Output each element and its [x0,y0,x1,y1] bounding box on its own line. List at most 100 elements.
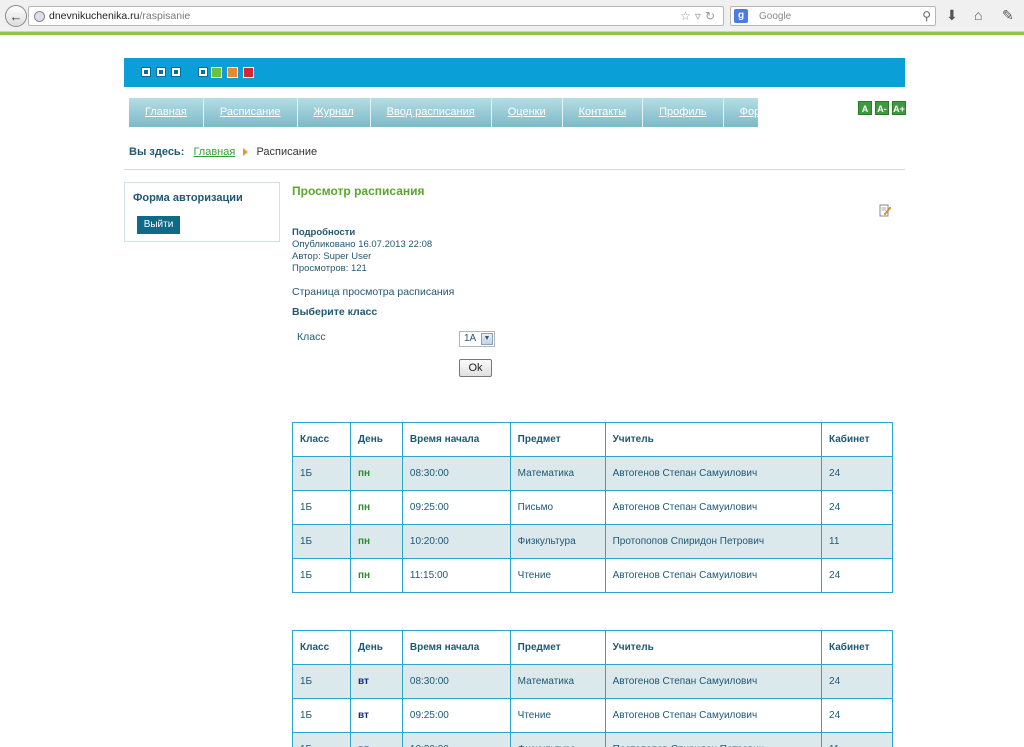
url-domain: dnevnikuchenika.ru [49,10,140,22]
table-row: 1Б пн 10:20:00 Физкультура Протопопов Сп… [292,524,893,559]
table-header-row: Класс День Время начала Предмет Учитель … [292,630,893,665]
cell-subject: Чтение [509,558,606,593]
edit-icon[interactable] [879,204,891,217]
globe-icon [34,11,45,22]
col-room-header: Кабинет [821,422,893,457]
nav-item-home[interactable]: Главная [129,98,204,127]
schedule-table-tuesday: Класс День Время начала Предмет Учитель … [292,630,893,747]
published-date: Опубликовано 16.07.2013 22:08 [292,239,433,250]
home-icon[interactable]: ⌂ [974,7,982,23]
nav-item-contacts[interactable]: Контакты [563,98,644,127]
nav-item-journal[interactable]: Журнал [298,98,371,127]
width-medium-icon[interactable] [156,67,166,77]
cell-class: 1Б [292,456,351,491]
cell-day: пн [349,558,403,593]
cell-time: 08:30:00 [401,664,511,699]
cell-subject: Физкультура [509,732,606,747]
col-teacher-header: Учитель [604,422,823,457]
font-increase-button[interactable]: A+ [892,101,906,115]
width-wide-icon[interactable] [171,67,181,77]
bookmark-star-icon[interactable]: ☆▿↻ [680,9,719,23]
cell-day: вт [349,732,403,747]
cell-class: 1Б [292,664,351,699]
col-class-header: Класс [292,422,351,457]
chevron-down-icon[interactable]: ▼ [481,333,493,345]
cell-time: 10:20:00 [401,524,511,559]
col-day-header: День [349,422,403,457]
class-select[interactable]: 1А ▼ [459,331,495,347]
table-row: 1Б пн 11:15:00 Чтение Автогенов Степан С… [292,558,893,593]
cell-room: 24 [821,456,893,491]
cell-subject: Письмо [509,490,606,525]
cell-room: 11 [821,732,893,747]
table-row: 1Б вт 10:20:00 Физкультура Протопопов Сп… [292,732,893,747]
col-room-header: Кабинет [821,630,893,665]
nav-item-profile[interactable]: Профиль [643,98,724,127]
nav-item-schedule[interactable]: Расписание [204,98,298,127]
main-nav: Главная Расписание Журнал Ввод расписани… [129,98,773,127]
back-arrow-icon[interactable]: ← [5,5,27,27]
login-title: Форма авторизации [133,192,243,204]
nav-item-grades[interactable]: Оценки [492,98,563,127]
cell-class: 1Б [292,732,351,747]
cell-day: пн [349,490,403,525]
cell-day: вт [349,698,403,733]
details-heading: Подробности [292,227,356,238]
width-narrow-icon[interactable] [141,67,151,77]
magnifier-icon[interactable]: ⚲ [922,9,931,23]
color-green-swatch[interactable] [211,67,222,78]
nav-item-forum[interactable]: Форум [724,98,789,127]
addon-icon[interactable]: ✎ [1002,7,1014,24]
font-decrease-button[interactable]: A- [875,101,889,115]
table-row: 1Б пн 08:30:00 Математика Автогенов Степ… [292,456,893,491]
cell-subject: Математика [509,664,606,699]
cell-time: 09:25:00 [401,698,511,733]
class-select-value: 1А [464,333,477,344]
cell-teacher: Автогенов Степан Самуилович [604,698,823,733]
google-icon[interactable]: g [734,9,748,23]
fullscreen-icon[interactable] [198,67,208,77]
view-count: Просмотров: 121 [292,263,367,274]
cell-time: 09:25:00 [401,490,511,525]
breadcrumb-home-link[interactable]: Главная [193,146,235,158]
breadcrumb-lead: Вы здесь: [129,146,185,158]
site-top-bar [124,58,905,87]
color-red-swatch[interactable] [243,67,254,78]
col-class-header: Класс [292,630,351,665]
schedule-table-monday: Класс День Время начала Предмет Учитель … [292,422,893,593]
address-bar[interactable]: dnevnikuchenika.ru/raspisanie ☆▿↻ [28,6,724,26]
cell-teacher: Автогенов Степан Самуилович [604,558,823,593]
cell-day: пн [349,524,403,559]
cell-teacher: Протопопов Спиридон Петрович [604,524,823,559]
cell-subject: Чтение [509,698,606,733]
cell-time: 11:15:00 [401,558,511,593]
url-text: dnevnikuchenika.ru/raspisanie [49,10,190,22]
cell-teacher: Протопопов Спиридон Петрович [604,732,823,747]
cell-class: 1Б [292,524,351,559]
cell-time: 08:30:00 [401,456,511,491]
color-orange-swatch[interactable] [227,67,238,78]
nav-item-schedule-input[interactable]: Ввод расписания [371,98,492,127]
font-reset-button[interactable]: A [858,101,872,115]
logout-button[interactable]: Выйти [137,216,180,234]
cell-room: 11 [821,524,893,559]
cell-class: 1Б [292,698,351,733]
col-subject-header: Предмет [509,422,606,457]
green-divider [0,32,1024,35]
cell-subject: Математика [509,456,606,491]
search-box[interactable]: g Google ⚲ [730,6,936,26]
download-icon[interactable]: ⬇ [946,7,958,24]
col-subject-header: Предмет [509,630,606,665]
table-row: 1Б пн 09:25:00 Письмо Автогенов Степан С… [292,490,893,525]
cell-time: 10:20:00 [401,732,511,747]
breadcrumb-arrow-icon [243,148,249,157]
ok-button[interactable]: Ok [459,359,492,377]
divider [124,169,905,170]
cell-subject: Физкультура [509,524,606,559]
login-panel: Форма авторизации Выйти [124,182,280,242]
page-title: Просмотр расписания [292,184,425,198]
cell-day: вт [349,664,403,699]
col-teacher-header: Учитель [604,630,823,665]
table-row: 1Б вт 08:30:00 Математика Автогенов Степ… [292,664,893,699]
col-time-header: Время начала [401,422,511,457]
